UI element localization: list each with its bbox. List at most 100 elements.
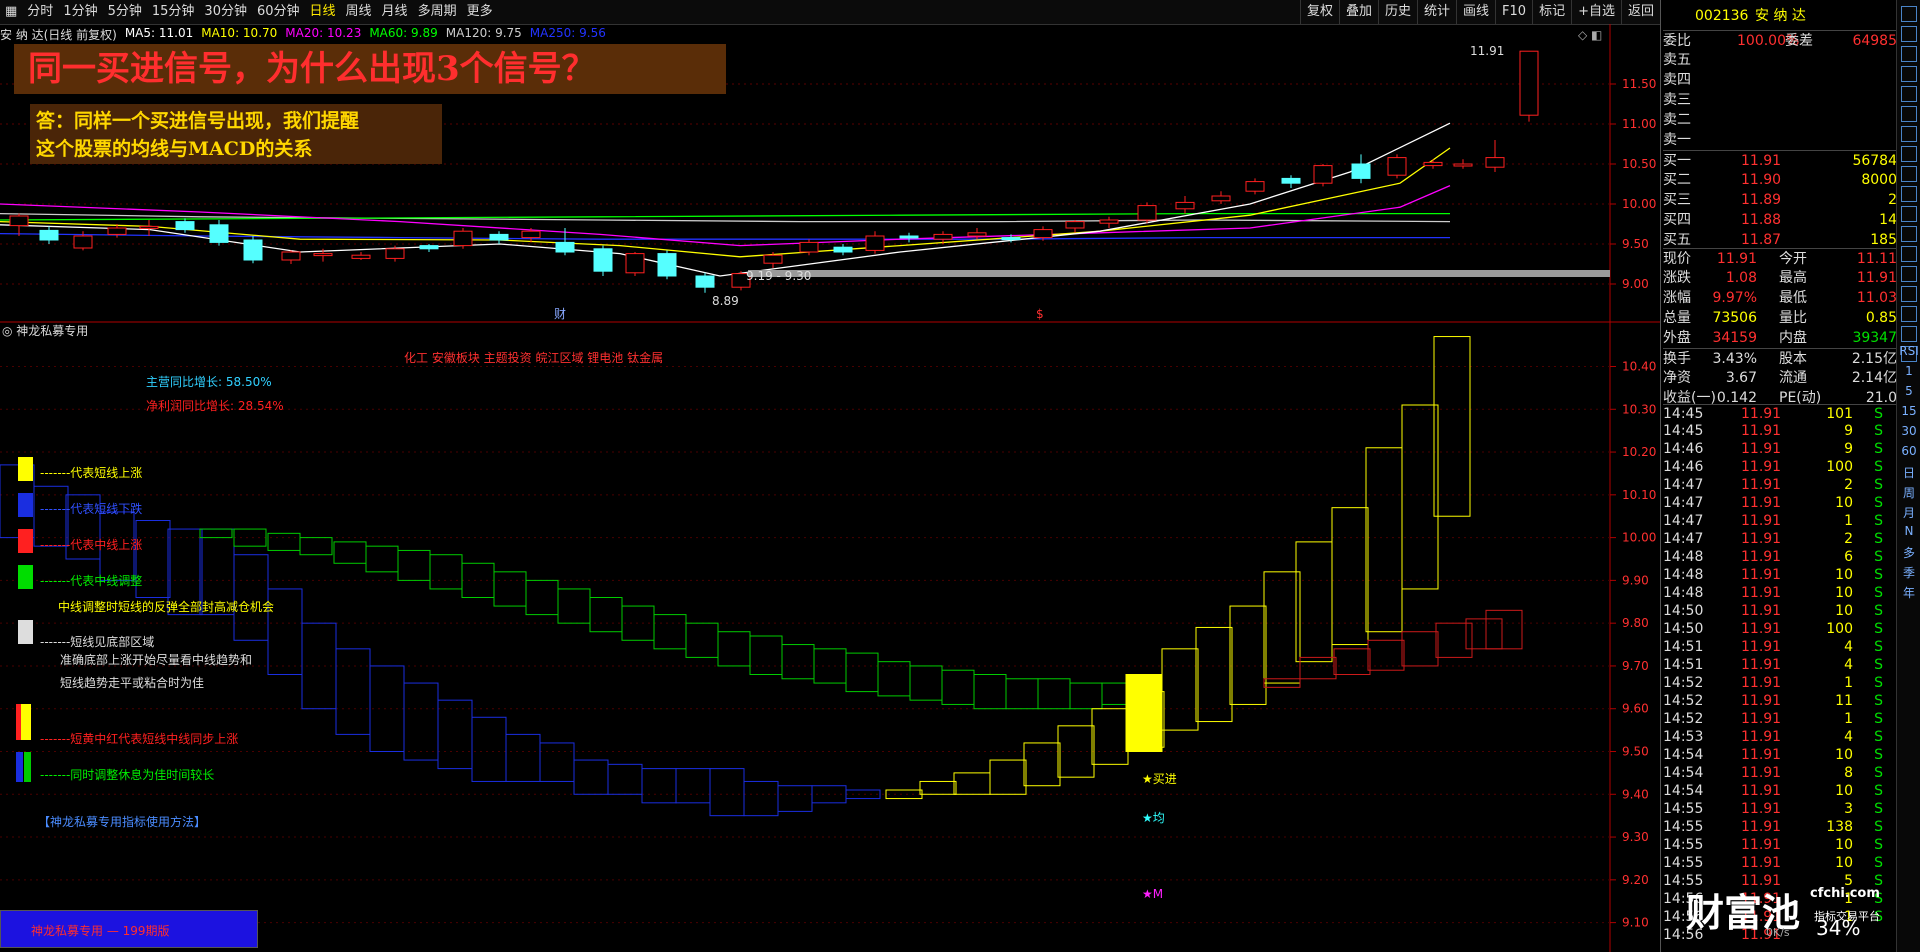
period-shortcut[interactable]: 30 [1897,424,1920,438]
toolbar-menu-button[interactable]: 标记 [1532,0,1571,24]
tool-icon[interactable] [1901,26,1917,42]
tick-price: 11.91 [1741,549,1782,565]
period-shortcut[interactable]: 1 [1897,364,1920,378]
tool-icon[interactable] [1901,226,1917,242]
tick-price: 11.91 [1741,783,1782,799]
period-shortcut[interactable]: 日 [1897,464,1920,481]
stat-label: 涨跌 [1663,270,1691,286]
stat-value: 11.11 [1856,251,1897,267]
tick-time: 14:47 [1663,531,1704,547]
buy-level-label: 买一 [1663,153,1691,169]
tick-volume: 2 [1844,531,1853,547]
tool-icon[interactable] [1901,126,1917,142]
toolbar-menu-button[interactable]: +自选 [1571,0,1621,24]
period-shortcut[interactable]: 季 [1897,564,1920,581]
toolbar-menu-button[interactable]: 统计 [1417,0,1456,24]
period-shortcut[interactable]: 60 [1897,444,1920,458]
period-shortcut[interactable]: RSI [1897,344,1920,358]
tool-icon[interactable] [1901,186,1917,202]
toolbar-menu-button[interactable]: 叠加 [1338,0,1378,24]
tick-row: 14:52 11.91 11 S [1663,692,1897,710]
mid-up-block [1401,631,1439,667]
short-down-block [505,733,541,782]
ma-legend-item: MA60: 9.89 [369,26,438,40]
toolbar-menu-button[interactable]: 复权 [1299,0,1339,24]
period-shortcut[interactable]: 月 [1897,504,1920,521]
legend-label: -------代表中线上涨 [40,538,143,552]
buy-level-price: 11.87 [1741,232,1782,248]
ma-legend-item: MA10: 10.70 [201,26,278,40]
tool-icon[interactable] [1901,6,1917,22]
period-shortcut[interactable]: 周 [1897,484,1920,501]
period-shortcut[interactable]: 年 [1897,584,1920,601]
tick-price: 11.91 [1741,855,1782,871]
tick-price: 11.91 [1741,459,1782,475]
tick-price: 11.91 [1741,567,1782,583]
period-tab[interactable]: 月线 [377,0,413,24]
period-tab[interactable]: 15分钟 [147,0,200,24]
mid-adjust-block [845,652,879,693]
period-tab[interactable]: 更多 [462,0,498,24]
tool-icon[interactable] [1901,86,1917,102]
toolbar-right-menu: 复权 叠加 历史 统计 画线 F10 标记 +自选 返回 [1299,0,1660,24]
period-shortcut[interactable]: 5 [1897,384,1920,398]
tool-icon[interactable] [1901,326,1917,342]
axis-tick-label: 10.20 [1622,445,1656,459]
candle [489,231,509,244]
indicator-title[interactable]: ◎ 神龙私募专用 [2,322,88,339]
tick-time: 14:48 [1663,567,1704,583]
tick-side: S [1874,675,1883,691]
tool-icon[interactable] [1901,46,1917,62]
period-tab[interactable]: 60分钟 [252,0,305,24]
tool-icon[interactable] [1901,306,1917,322]
tick-volume: 2 [1844,477,1853,493]
toolbar-menu-button[interactable]: 历史 [1377,0,1417,24]
tool-icon[interactable] [1901,146,1917,162]
tick-row: 14:52 11.91 1 S [1663,710,1897,728]
sell-level-row: 卖四 [1663,70,1897,90]
period-shortcut[interactable]: N [1897,524,1920,538]
tick-time: 14:52 [1663,711,1704,727]
period-tab[interactable]: 30分钟 [199,0,252,24]
tool-icon[interactable] [1901,166,1917,182]
period-tab[interactable]: 分时 [22,0,58,24]
indicator-promo-box[interactable]: 神龙私募专用 — 199期版 [0,910,258,948]
tick-time: 14:48 [1663,549,1704,565]
tick-row: 14:47 11.91 10 S [1663,494,1897,512]
quote-panel: 002136 安 纳 达委比 100.00% 委差 64985 卖五 卖四 卖三 卖二 卖一 买一 1… [1660,0,1897,952]
tick-time: 14:45 [1663,406,1704,422]
tool-icon[interactable] [1901,106,1917,122]
candle [695,272,715,293]
tool-icon[interactable] [1901,66,1917,82]
tool-icon[interactable] [1901,286,1917,302]
period-tab[interactable]: 周线 [341,0,377,24]
stat-value: 73506 [1712,310,1757,326]
tick-volume: 3 [1844,801,1853,817]
tool-icon[interactable] [1901,206,1917,222]
toolbar-menu-button[interactable]: 返回 [1620,0,1660,24]
short-down-block [675,768,711,804]
tool-icon[interactable] [1901,246,1917,262]
usage-link[interactable]: 【神龙私募专用指标使用方法】 [38,813,206,830]
stat-value: 3.43% [1712,351,1757,367]
period-tab[interactable]: 日线 [305,0,341,24]
short-down-block [369,665,405,753]
note-bottom-1: 准确底部上涨开始尽量看中线趋势和 [60,653,253,667]
revenue-growth: 主营同比增长: 58.50% [146,375,272,389]
period-shortcut[interactable]: 15 [1897,404,1920,418]
chart-corner-icons[interactable]: ◇ ◧ [1578,28,1602,42]
axis-tick-label: 11.00 [1622,117,1656,131]
period-tab[interactable]: 1分钟 [58,0,102,24]
brand-site: cfchi.com [1810,886,1880,901]
period-shortcut[interactable]: 多 [1897,544,1920,561]
toolbar-menu-icon[interactable]: ▦ [0,0,22,24]
period-tab[interactable]: 5分钟 [103,0,147,24]
axis-tick-label: 9.60 [1622,702,1649,716]
short-down-block [607,763,643,795]
tick-side: S [1874,423,1883,439]
tool-icon[interactable] [1901,266,1917,282]
toolbar-menu-button[interactable]: F10 [1495,0,1532,24]
period-tab[interactable]: 多周期 [413,0,462,24]
toolbar-menu-button[interactable]: 画线 [1456,0,1495,24]
tick-side: S [1874,639,1883,655]
